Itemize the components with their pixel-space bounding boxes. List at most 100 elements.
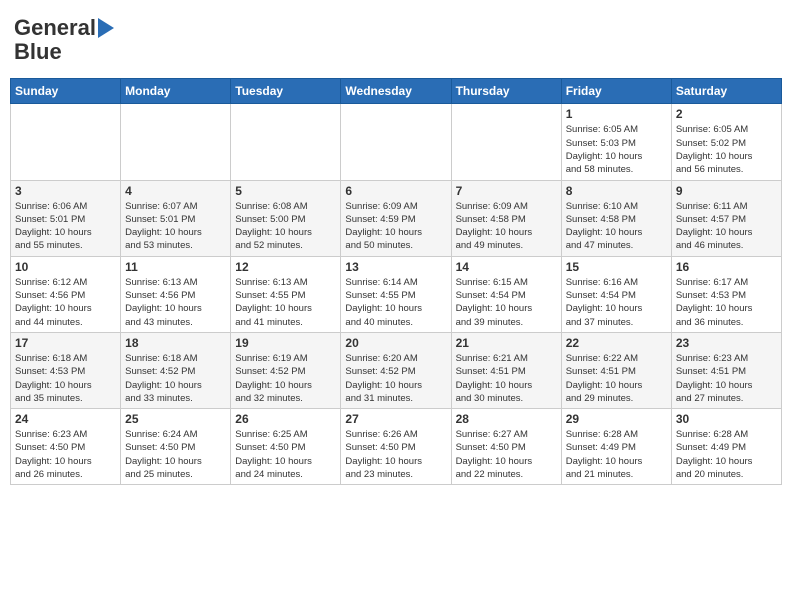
day-info: Sunrise: 6:13 AM Sunset: 4:55 PM Dayligh…	[235, 276, 336, 329]
calendar-day-cell: 15Sunrise: 6:16 AM Sunset: 4:54 PM Dayli…	[561, 256, 671, 332]
calendar-day-cell: 24Sunrise: 6:23 AM Sunset: 4:50 PM Dayli…	[11, 409, 121, 485]
calendar-day-header: Friday	[561, 79, 671, 104]
calendar-day-cell	[341, 104, 451, 180]
calendar-day-cell: 14 Sunrise: 6:15 AM Sunset: 4:54 PM Dayli…	[451, 256, 561, 332]
calendar-week-row: 10 Sunrise: 6:12 AM Sunset: 4:56 PM Dayli…	[11, 256, 782, 332]
day-number: 13	[345, 260, 446, 274]
day-number: 19	[235, 336, 336, 350]
calendar-table: SundayMondayTuesdayWednesdayThursdayFrid…	[10, 78, 782, 485]
day-info: Sunrise: 6:20 AM Sunset: 4:52 PM Dayligh…	[345, 352, 446, 405]
day-info: Sunrise: 6:24 AM Sunset: 4:50 PM Dayligh…	[125, 428, 226, 481]
day-number: 4	[125, 184, 226, 198]
calendar-day-cell: 25 Sunrise: 6:24 AM Sunset: 4:50 PM Dayli…	[121, 409, 231, 485]
calendar-day-cell: 12 Sunrise: 6:13 AM Sunset: 4:55 PM Dayli…	[231, 256, 341, 332]
day-number: 6	[345, 184, 446, 198]
calendar-day-cell	[11, 104, 121, 180]
day-number: 1	[566, 107, 667, 121]
page-header: General Blue	[10, 10, 782, 70]
day-number: 5	[235, 184, 336, 198]
day-info: Sunrise: 6:25 AM Sunset: 4:50 PM Dayligh…	[235, 428, 336, 481]
day-number: 11	[125, 260, 226, 274]
day-number: 26	[235, 412, 336, 426]
calendar-day-cell: 22 Sunrise: 6:22 AM Sunset: 4:51 PM Dayli…	[561, 332, 671, 408]
calendar-day-cell: 9 Sunrise: 6:11 AM Sunset: 4:57 PM Daylig…	[671, 180, 781, 256]
calendar-week-row: 1 Sunrise: 6:05 AM Sunset: 5:03 PM Daylig…	[11, 104, 782, 180]
logo-arrow-icon	[98, 18, 114, 38]
day-info: Sunrise: 6:28 AM Sunset: 4:49 PM Dayligh…	[676, 428, 777, 481]
day-info: Sunrise: 6:18 AM Sunset: 4:52 PM Dayligh…	[125, 352, 226, 405]
day-number: 20	[345, 336, 446, 350]
calendar-day-cell: 18 Sunrise: 6:18 AM Sunset: 4:52 PM Dayli…	[121, 332, 231, 408]
calendar-day-cell: 28Sunrise: 6:27 AM Sunset: 4:50 PM Dayli…	[451, 409, 561, 485]
calendar-day-cell	[451, 104, 561, 180]
calendar-day-cell: 23 Sunrise: 6:23 AM Sunset: 4:51 PM Dayli…	[671, 332, 781, 408]
day-info: Sunrise: 6:13 AM Sunset: 4:56 PM Dayligh…	[125, 276, 226, 329]
day-number: 14	[456, 260, 557, 274]
day-info: Sunrise: 6:16 AM Sunset: 4:54 PM Dayligh…	[566, 276, 667, 329]
calendar-day-cell: 6 Sunrise: 6:09 AM Sunset: 4:59 PM Daylig…	[341, 180, 451, 256]
day-info: Sunrise: 6:11 AM Sunset: 4:57 PM Dayligh…	[676, 200, 777, 253]
day-number: 29	[566, 412, 667, 426]
calendar-day-cell: 13Sunrise: 6:14 AM Sunset: 4:55 PM Dayli…	[341, 256, 451, 332]
day-info: Sunrise: 6:10 AM Sunset: 4:58 PM Dayligh…	[566, 200, 667, 253]
day-number: 22	[566, 336, 667, 350]
day-info: Sunrise: 6:07 AM Sunset: 5:01 PM Dayligh…	[125, 200, 226, 253]
day-number: 18	[125, 336, 226, 350]
day-info: Sunrise: 6:22 AM Sunset: 4:51 PM Dayligh…	[566, 352, 667, 405]
calendar-day-cell: 10 Sunrise: 6:12 AM Sunset: 4:56 PM Dayli…	[11, 256, 121, 332]
day-info: Sunrise: 6:17 AM Sunset: 4:53 PM Dayligh…	[676, 276, 777, 329]
logo-general-text: General	[14, 16, 96, 40]
day-number: 30	[676, 412, 777, 426]
calendar-day-cell: 17Sunrise: 6:18 AM Sunset: 4:53 PM Dayli…	[11, 332, 121, 408]
calendar-week-row: 17Sunrise: 6:18 AM Sunset: 4:53 PM Dayli…	[11, 332, 782, 408]
day-info: Sunrise: 6:12 AM Sunset: 4:56 PM Dayligh…	[15, 276, 116, 329]
logo-blue-text: Blue	[14, 40, 62, 64]
day-info: Sunrise: 6:06 AM Sunset: 5:01 PM Dayligh…	[15, 200, 116, 253]
day-number: 23	[676, 336, 777, 350]
calendar-day-cell: 30 Sunrise: 6:28 AM Sunset: 4:49 PM Dayli…	[671, 409, 781, 485]
calendar-day-header: Wednesday	[341, 79, 451, 104]
calendar-day-header: Thursday	[451, 79, 561, 104]
calendar-day-cell: 8 Sunrise: 6:10 AM Sunset: 4:58 PM Daylig…	[561, 180, 671, 256]
day-info: Sunrise: 6:09 AM Sunset: 4:58 PM Dayligh…	[456, 200, 557, 253]
calendar-header-row: SundayMondayTuesdayWednesdayThursdayFrid…	[11, 79, 782, 104]
day-number: 9	[676, 184, 777, 198]
day-number: 10	[15, 260, 116, 274]
calendar-day-cell: 16 Sunrise: 6:17 AM Sunset: 4:53 PM Dayli…	[671, 256, 781, 332]
calendar-day-cell	[231, 104, 341, 180]
calendar-day-cell: 11 Sunrise: 6:13 AM Sunset: 4:56 PM Dayli…	[121, 256, 231, 332]
calendar-day-cell: 20 Sunrise: 6:20 AM Sunset: 4:52 PM Dayli…	[341, 332, 451, 408]
day-number: 2	[676, 107, 777, 121]
day-info: Sunrise: 6:23 AM Sunset: 4:50 PM Dayligh…	[15, 428, 116, 481]
calendar-day-cell: 7Sunrise: 6:09 AM Sunset: 4:58 PM Daylig…	[451, 180, 561, 256]
calendar-day-cell: 29 Sunrise: 6:28 AM Sunset: 4:49 PM Dayli…	[561, 409, 671, 485]
day-number: 21	[456, 336, 557, 350]
calendar-day-cell: 3 Sunrise: 6:06 AM Sunset: 5:01 PM Daylig…	[11, 180, 121, 256]
calendar-day-cell: 26 Sunrise: 6:25 AM Sunset: 4:50 PM Dayli…	[231, 409, 341, 485]
calendar-day-header: Saturday	[671, 79, 781, 104]
day-info: Sunrise: 6:27 AM Sunset: 4:50 PM Dayligh…	[456, 428, 557, 481]
day-number: 3	[15, 184, 116, 198]
day-info: Sunrise: 6:05 AM Sunset: 5:02 PM Dayligh…	[676, 123, 777, 176]
calendar-day-header: Monday	[121, 79, 231, 104]
calendar-day-cell: 19 Sunrise: 6:19 AM Sunset: 4:52 PM Dayli…	[231, 332, 341, 408]
calendar-week-row: 3 Sunrise: 6:06 AM Sunset: 5:01 PM Daylig…	[11, 180, 782, 256]
day-info: Sunrise: 6:09 AM Sunset: 4:59 PM Dayligh…	[345, 200, 446, 253]
day-info: Sunrise: 6:05 AM Sunset: 5:03 PM Dayligh…	[566, 123, 667, 176]
calendar-day-cell	[121, 104, 231, 180]
day-number: 16	[676, 260, 777, 274]
day-info: Sunrise: 6:19 AM Sunset: 4:52 PM Dayligh…	[235, 352, 336, 405]
calendar-day-cell: 21 Sunrise: 6:21 AM Sunset: 4:51 PM Dayli…	[451, 332, 561, 408]
logo: General Blue	[14, 16, 114, 64]
day-number: 27	[345, 412, 446, 426]
day-info: Sunrise: 6:23 AM Sunset: 4:51 PM Dayligh…	[676, 352, 777, 405]
calendar-day-cell: 27 Sunrise: 6:26 AM Sunset: 4:50 PM Dayli…	[341, 409, 451, 485]
day-info: Sunrise: 6:28 AM Sunset: 4:49 PM Dayligh…	[566, 428, 667, 481]
calendar-day-cell: 4 Sunrise: 6:07 AM Sunset: 5:01 PM Daylig…	[121, 180, 231, 256]
day-info: Sunrise: 6:15 AM Sunset: 4:54 PM Dayligh…	[456, 276, 557, 329]
day-number: 8	[566, 184, 667, 198]
day-number: 12	[235, 260, 336, 274]
day-info: Sunrise: 6:26 AM Sunset: 4:50 PM Dayligh…	[345, 428, 446, 481]
day-number: 25	[125, 412, 226, 426]
day-info: Sunrise: 6:21 AM Sunset: 4:51 PM Dayligh…	[456, 352, 557, 405]
